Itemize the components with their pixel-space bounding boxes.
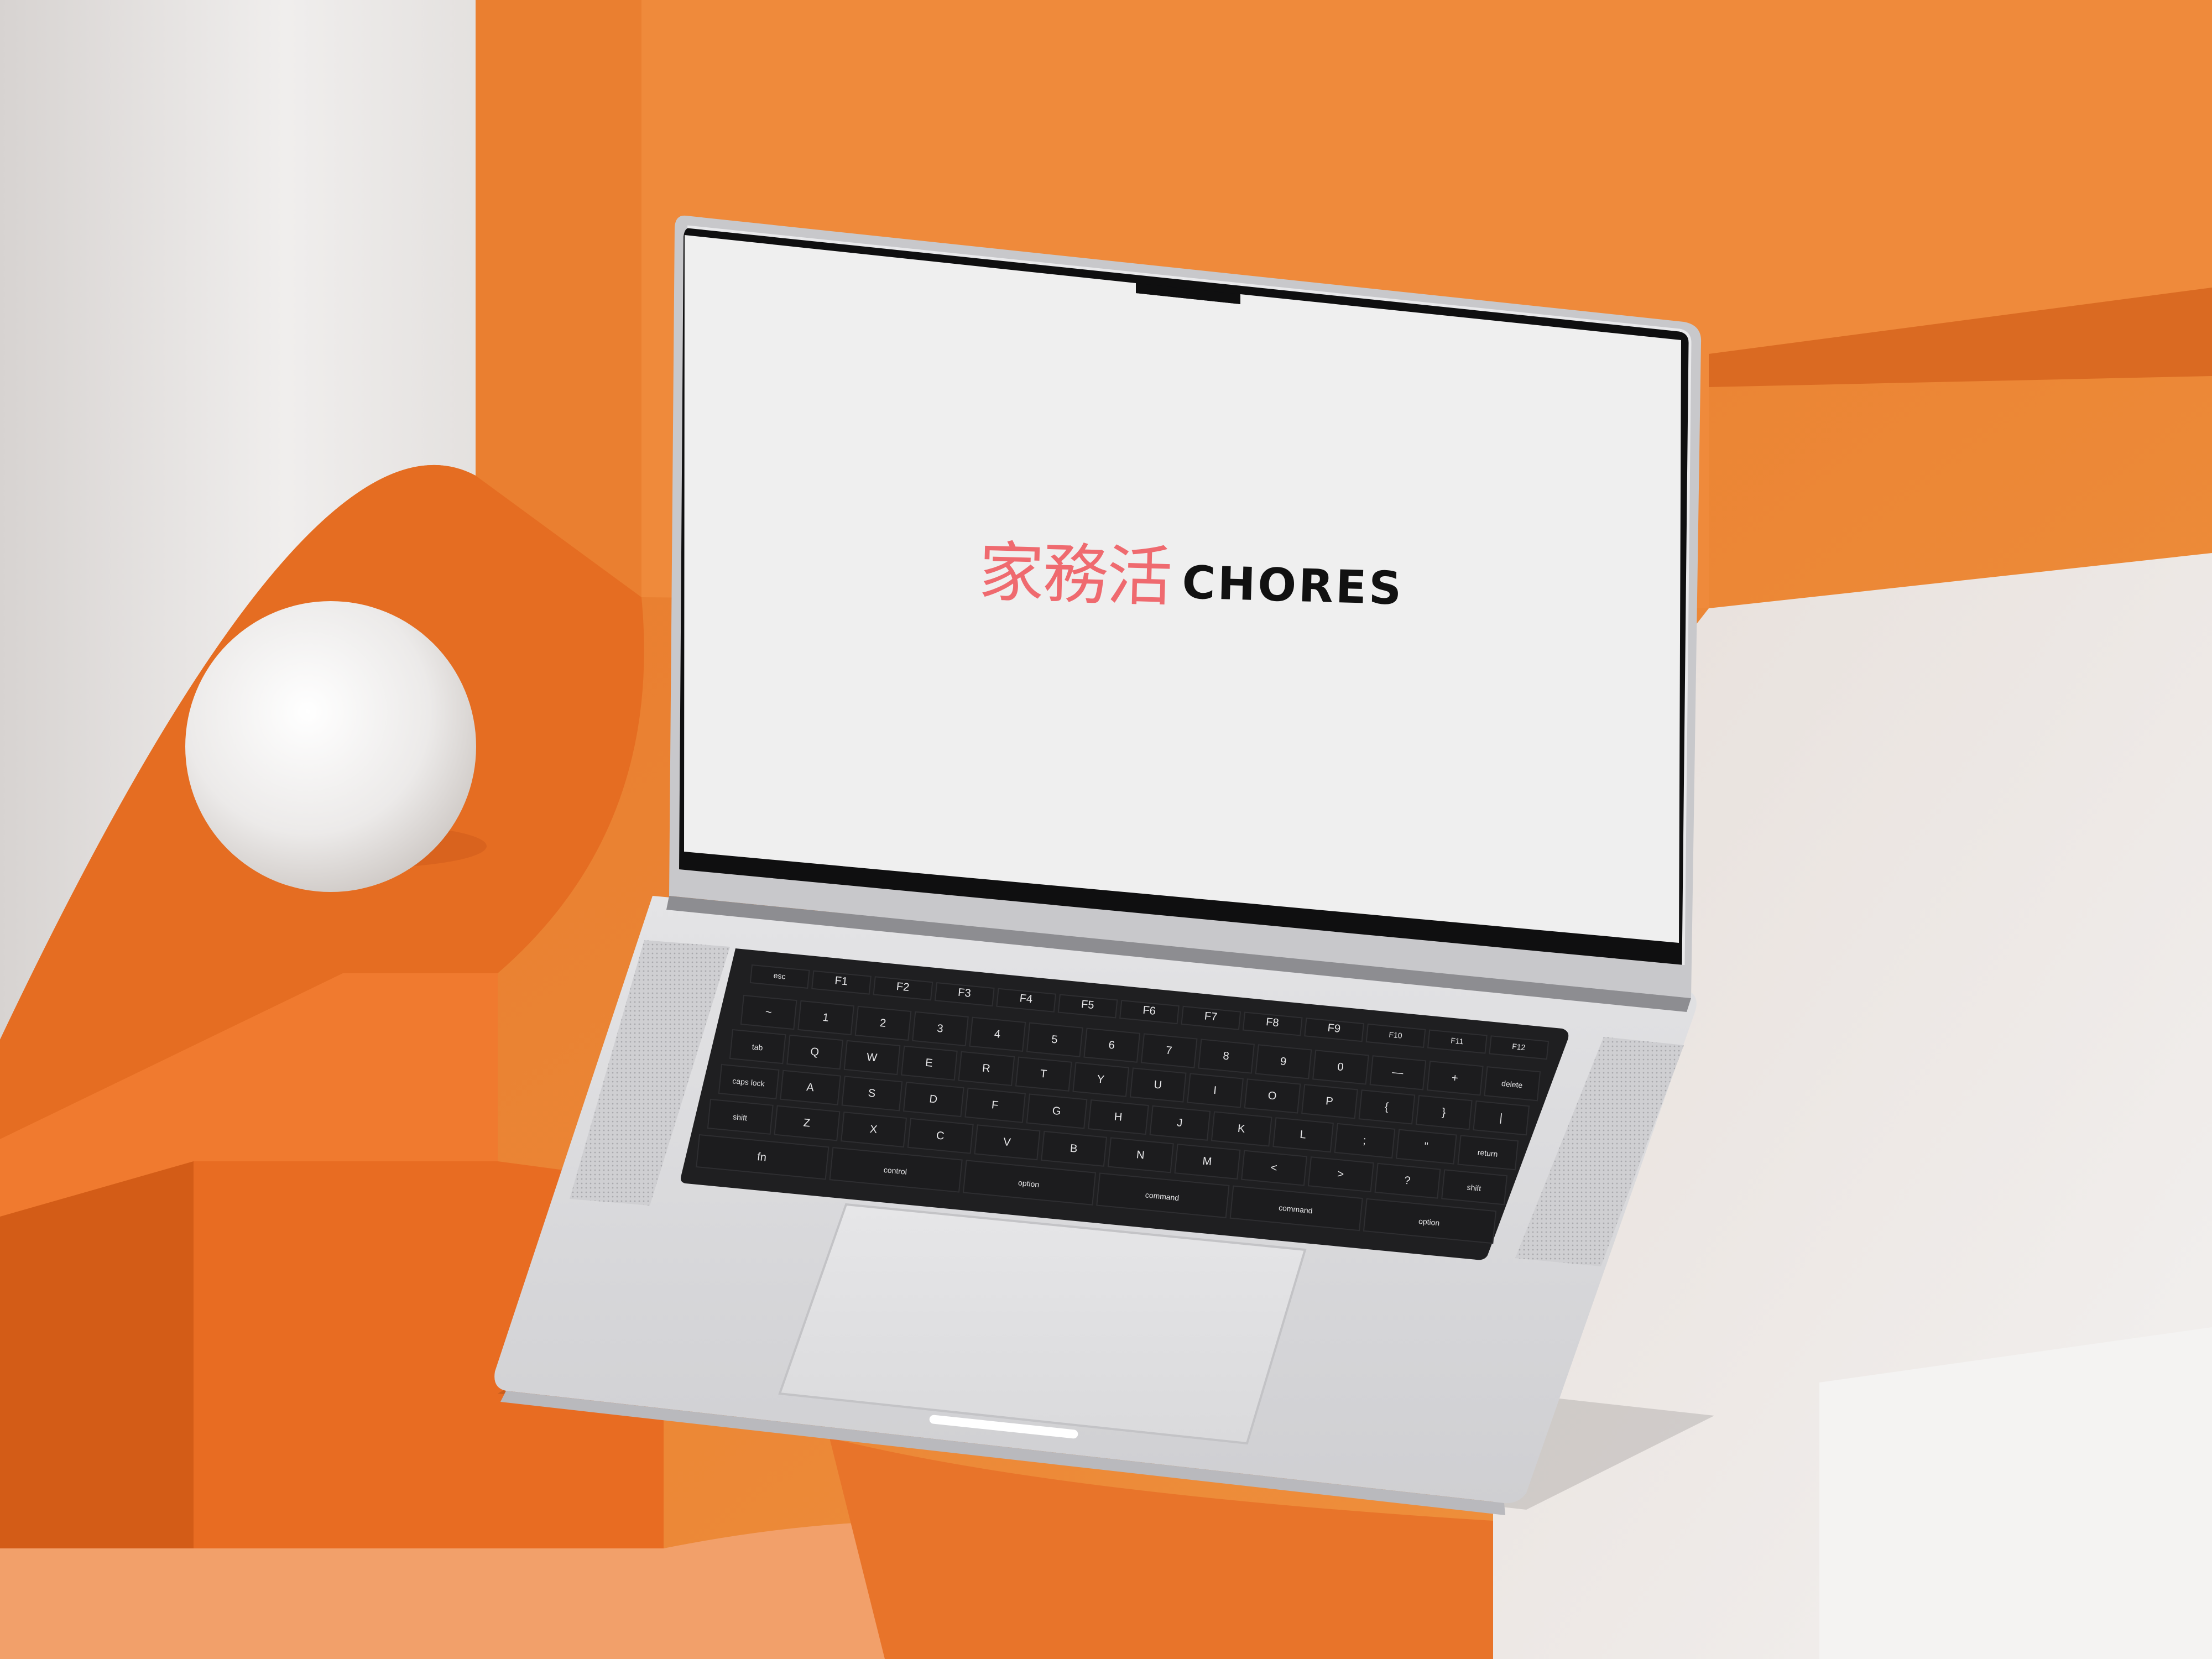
scene: esc F1 F2 F3 F4 F5 F6 F7 F8 F9 F10 F11 F12 ~ 1 2 3 4 5 6 7 8 9… (0, 0, 2212, 1659)
key-label: — (1391, 1066, 1404, 1079)
key-label: B (1070, 1142, 1078, 1155)
key-label: ? (1404, 1175, 1411, 1187)
key-label: F9 (1327, 1022, 1341, 1035)
white-block-front (1819, 1327, 2212, 1659)
key-label: F7 (1204, 1010, 1218, 1023)
key-label: C (936, 1129, 945, 1142)
key-label: 0 (1337, 1061, 1344, 1073)
key-label: R (982, 1062, 990, 1075)
key-label: F12 (1512, 1042, 1526, 1052)
key-label: T (1040, 1068, 1047, 1081)
key-label: F1 (834, 974, 848, 988)
key-label: esc (773, 971, 786, 981)
key-label: 5 (1051, 1034, 1058, 1046)
white-sphere (185, 601, 476, 892)
key-label: P (1325, 1095, 1333, 1108)
key-label: E (925, 1057, 933, 1070)
key-label: shift (1467, 1183, 1481, 1193)
key-label: 9 (1280, 1055, 1287, 1068)
key-label: J (1176, 1117, 1183, 1129)
key-label: 6 (1108, 1039, 1115, 1052)
key-label: F8 (1265, 1016, 1279, 1029)
key-label: W (866, 1051, 878, 1065)
key-label: H (1114, 1110, 1123, 1123)
key-label: > (1337, 1168, 1344, 1181)
key-label: + (1451, 1072, 1459, 1084)
key-label: 2 (879, 1017, 886, 1030)
logo-chinese-text: 家務活 (978, 534, 1172, 615)
orange-block-side (0, 1161, 194, 1548)
key-label: ~ (765, 1006, 773, 1019)
key-label: L (1300, 1129, 1307, 1141)
key-label: F5 (1081, 998, 1094, 1011)
key-label: Z (803, 1117, 811, 1129)
key-label: 8 (1223, 1050, 1230, 1063)
key-label: 4 (994, 1028, 1001, 1041)
key-label: < (1270, 1162, 1278, 1175)
logo-english-text: CHORES (1181, 556, 1405, 615)
key-label: S (868, 1087, 876, 1100)
key-label: X (869, 1123, 878, 1136)
key-label: M (1202, 1155, 1213, 1168)
key-label: F4 (1019, 992, 1033, 1005)
key-label: Y (1097, 1073, 1105, 1086)
key-label: tab (752, 1042, 763, 1052)
key-label: 1 (822, 1011, 830, 1024)
key-label: F11 (1451, 1036, 1464, 1046)
key-label: fn (757, 1151, 767, 1164)
key-label: O (1267, 1089, 1277, 1102)
key-label: 7 (1165, 1045, 1172, 1057)
key-label: U (1153, 1078, 1162, 1091)
chores-logo: 家務活 CHORES (978, 534, 1405, 616)
key-label: F3 (957, 987, 971, 1000)
key-label: F2 (896, 980, 910, 994)
key-label: shift (733, 1112, 748, 1122)
key-label: D (929, 1093, 938, 1105)
key-label: F6 (1142, 1004, 1156, 1018)
key-label: F10 (1389, 1030, 1403, 1040)
key-label: N (1136, 1149, 1145, 1161)
key-label: F (991, 1099, 999, 1112)
key-label: G (1052, 1105, 1062, 1118)
key-label: Q (810, 1046, 820, 1058)
key-label: 3 (936, 1022, 943, 1035)
